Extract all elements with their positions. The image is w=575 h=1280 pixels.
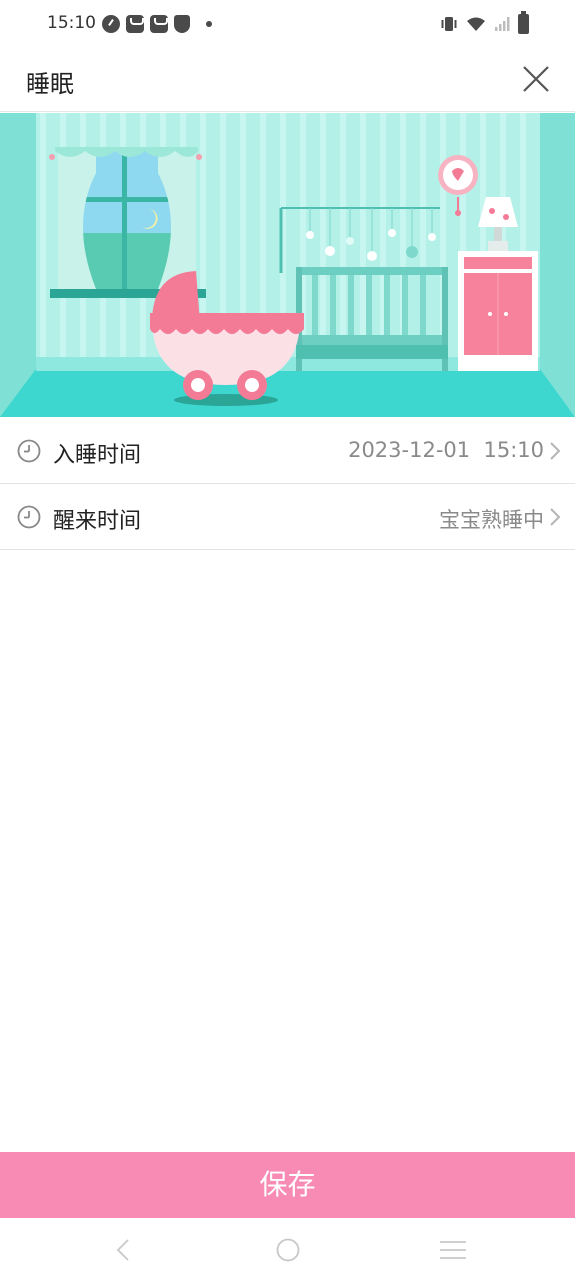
mail-icon <box>126 15 144 33</box>
dot-icon <box>206 21 212 27</box>
title-bar: 睡眠 <box>0 48 575 112</box>
status-time: 15:10 <box>47 13 96 33</box>
save-button[interactable]: 保存 <box>0 1152 575 1218</box>
clock-icon <box>17 505 41 529</box>
wake-time-value: 宝宝熟睡中 <box>439 508 544 532</box>
back-icon[interactable] <box>108 1238 138 1262</box>
home-icon[interactable] <box>273 1238 303 1262</box>
nursery-illustration <box>0 113 575 417</box>
wake-time-row[interactable]: 醒来时间 宝宝熟睡中 <box>0 484 575 550</box>
status-icons-right <box>440 11 529 35</box>
status-icons-left <box>102 14 212 34</box>
shield-icon <box>174 15 190 33</box>
dresser <box>458 251 538 371</box>
signal-icon <box>495 17 510 31</box>
chevron-right-icon <box>550 442 561 460</box>
sleep-time-value: 2023-12-01 15:10 <box>348 438 544 462</box>
page-title: 睡眠 <box>26 70 74 98</box>
chevron-right-icon <box>550 508 561 526</box>
clock-icon <box>17 439 41 463</box>
battery-icon <box>518 11 529 34</box>
sleep-time-label: 入睡时间 <box>53 443 142 468</box>
speedometer-icon <box>102 15 120 33</box>
navigation-bar <box>0 1218 575 1280</box>
status-bar: 15:10 <box>0 0 575 48</box>
mail-icon <box>150 15 168 33</box>
wifi-icon <box>467 17 485 31</box>
menu-icon[interactable] <box>438 1238 468 1262</box>
close-icon[interactable] <box>519 62 553 96</box>
wake-time-label: 醒来时间 <box>53 509 142 534</box>
sleep-time-row[interactable]: 入睡时间 2023-12-01 15:10 <box>0 418 575 484</box>
vibrate-icon <box>441 17 457 31</box>
